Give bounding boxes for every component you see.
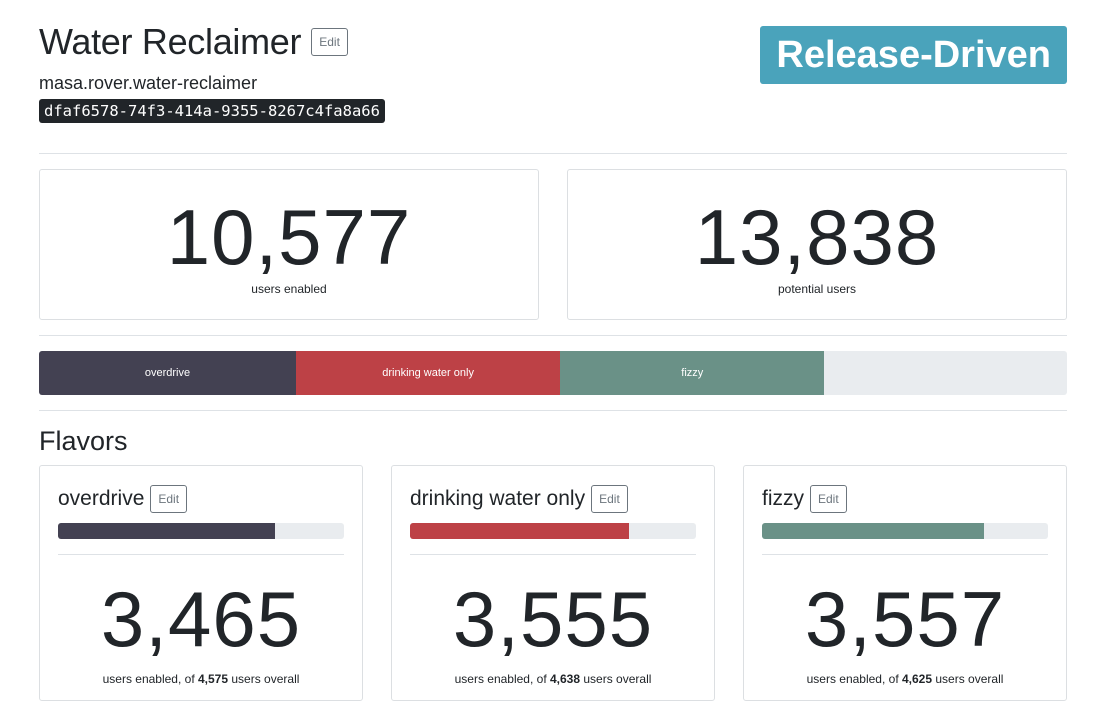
divider bbox=[39, 335, 1067, 336]
potential-users-card: 13,838 potential users bbox=[567, 169, 1067, 320]
flavor-progress-fill bbox=[58, 523, 275, 539]
potential-users-label: potential users bbox=[777, 282, 857, 296]
summary-prefix: users enabled, of bbox=[806, 672, 899, 686]
distribution-segment-fizzy: fizzy bbox=[560, 351, 825, 395]
edit-flavor-button[interactable]: Edit bbox=[810, 485, 847, 513]
divider bbox=[39, 153, 1067, 154]
users-enabled-label: users enabled bbox=[251, 282, 327, 296]
summary-prefix: users enabled, of bbox=[102, 672, 195, 686]
feature-header: Water Reclaimer Edit masa.rover.water-re… bbox=[39, 22, 1067, 132]
overall-count: 4,638 bbox=[550, 672, 581, 686]
flavor-enabled-count: 3,465 bbox=[100, 575, 302, 663]
flavor-header: fizzy Edit bbox=[762, 485, 1066, 513]
flavor-card-drinking-water-only: drinking water only Edit 3,555 users ena… bbox=[391, 465, 715, 701]
users-enabled-count: 10,577 bbox=[166, 193, 412, 281]
flavor-header: overdrive Edit bbox=[58, 485, 362, 513]
flavors-heading: Flavors bbox=[39, 426, 128, 456]
flavor-header: drinking water only Edit bbox=[410, 485, 714, 513]
flavor-card-overdrive: overdrive Edit 3,465 users enabled, of 4… bbox=[39, 465, 363, 701]
flavor-card-fizzy: fizzy Edit 3,557 users enabled, of 4,625… bbox=[743, 465, 1067, 701]
flavor-summary: users enabled, of 4,575 users overall bbox=[40, 672, 362, 686]
flavor-summary: users enabled, of 4,638 users overall bbox=[392, 672, 714, 686]
distribution-segment-overdrive: overdrive bbox=[39, 351, 296, 395]
flavor-distribution-bar: overdrive drinking water only fizzy bbox=[39, 351, 1067, 395]
summary-suffix: users overall bbox=[231, 672, 300, 686]
edit-flavor-button[interactable]: Edit bbox=[591, 485, 628, 513]
summary-suffix: users overall bbox=[935, 672, 1004, 686]
divider bbox=[762, 554, 1048, 555]
edit-flavor-button[interactable]: Edit bbox=[150, 485, 188, 513]
segment-label: fizzy bbox=[681, 367, 704, 379]
summary-prefix: users enabled, of bbox=[454, 672, 547, 686]
flavor-name: fizzy bbox=[762, 487, 804, 510]
edit-feature-button[interactable]: Edit bbox=[311, 28, 348, 56]
flavor-name: drinking water only bbox=[410, 487, 586, 510]
flavor-progress-bar bbox=[58, 523, 344, 539]
feature-uuid: dfaf6578-74f3-414a-9355-8267c4fa8a66 bbox=[39, 99, 385, 123]
flavor-enabled-count: 3,555 bbox=[452, 575, 654, 663]
mode-badge: Release-Driven bbox=[760, 26, 1067, 84]
users-enabled-card: 10,577 users enabled bbox=[39, 169, 539, 320]
divider bbox=[410, 554, 696, 555]
segment-label: drinking water only bbox=[382, 367, 474, 379]
flavor-name: overdrive bbox=[58, 487, 145, 510]
flavor-progress-fill bbox=[762, 523, 984, 539]
overall-count: 4,625 bbox=[902, 672, 933, 686]
page-title: Water Reclaimer bbox=[39, 21, 302, 62]
distribution-segment-drinking-water-only: drinking water only bbox=[296, 351, 561, 395]
flavor-progress-fill bbox=[410, 523, 630, 539]
overall-count: 4,575 bbox=[198, 672, 229, 686]
divider bbox=[39, 410, 1067, 411]
flavor-summary: users enabled, of 4,625 users overall bbox=[744, 672, 1066, 686]
summary-suffix: users overall bbox=[583, 672, 652, 686]
flavor-progress-bar bbox=[410, 523, 696, 539]
flavor-progress-bar bbox=[762, 523, 1048, 539]
segment-label: overdrive bbox=[144, 367, 191, 379]
divider bbox=[58, 554, 344, 555]
flavor-enabled-count: 3,557 bbox=[804, 575, 1006, 663]
potential-users-count: 13,838 bbox=[694, 193, 940, 281]
